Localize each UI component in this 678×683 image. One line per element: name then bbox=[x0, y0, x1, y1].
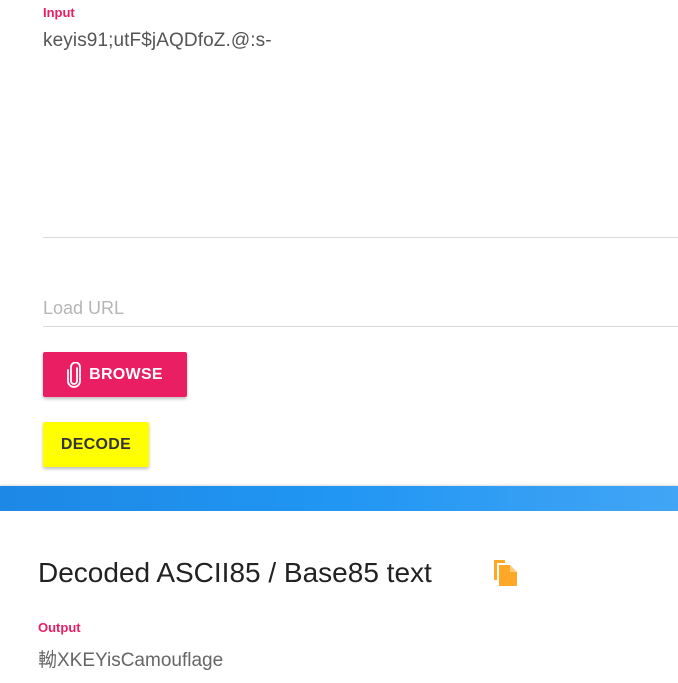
output-text: 軪XKEYisCamouflage bbox=[38, 650, 224, 671]
output-label: Output bbox=[38, 620, 81, 635]
decode-button-label: DECODE bbox=[60, 435, 132, 453]
input-underline bbox=[43, 237, 678, 238]
copy-icon[interactable] bbox=[492, 557, 520, 587]
url-underline bbox=[43, 326, 678, 327]
output-card: Decoded ASCII85 / Base85 text Output 軪XK… bbox=[0, 511, 678, 683]
load-url-input[interactable]: Load URL bbox=[43, 298, 124, 319]
input-textarea[interactable]: keyis91;utF$jAQDfoZ.@:s- bbox=[43, 30, 272, 52]
input-label: Input bbox=[43, 5, 75, 20]
page: Input keyis91;utF$jAQDfoZ.@:s- Load URL … bbox=[0, 0, 678, 683]
section-divider-band bbox=[0, 486, 678, 511]
decode-button[interactable]: DECODE bbox=[43, 422, 149, 467]
browse-button[interactable]: BROWSE bbox=[43, 352, 187, 397]
output-title: Decoded ASCII85 / Base85 text bbox=[38, 557, 432, 588]
browse-button-label: BROWSE bbox=[89, 365, 163, 383]
paperclip-icon bbox=[67, 361, 81, 388]
input-card: Input keyis91;utF$jAQDfoZ.@:s- Load URL … bbox=[0, 0, 678, 486]
